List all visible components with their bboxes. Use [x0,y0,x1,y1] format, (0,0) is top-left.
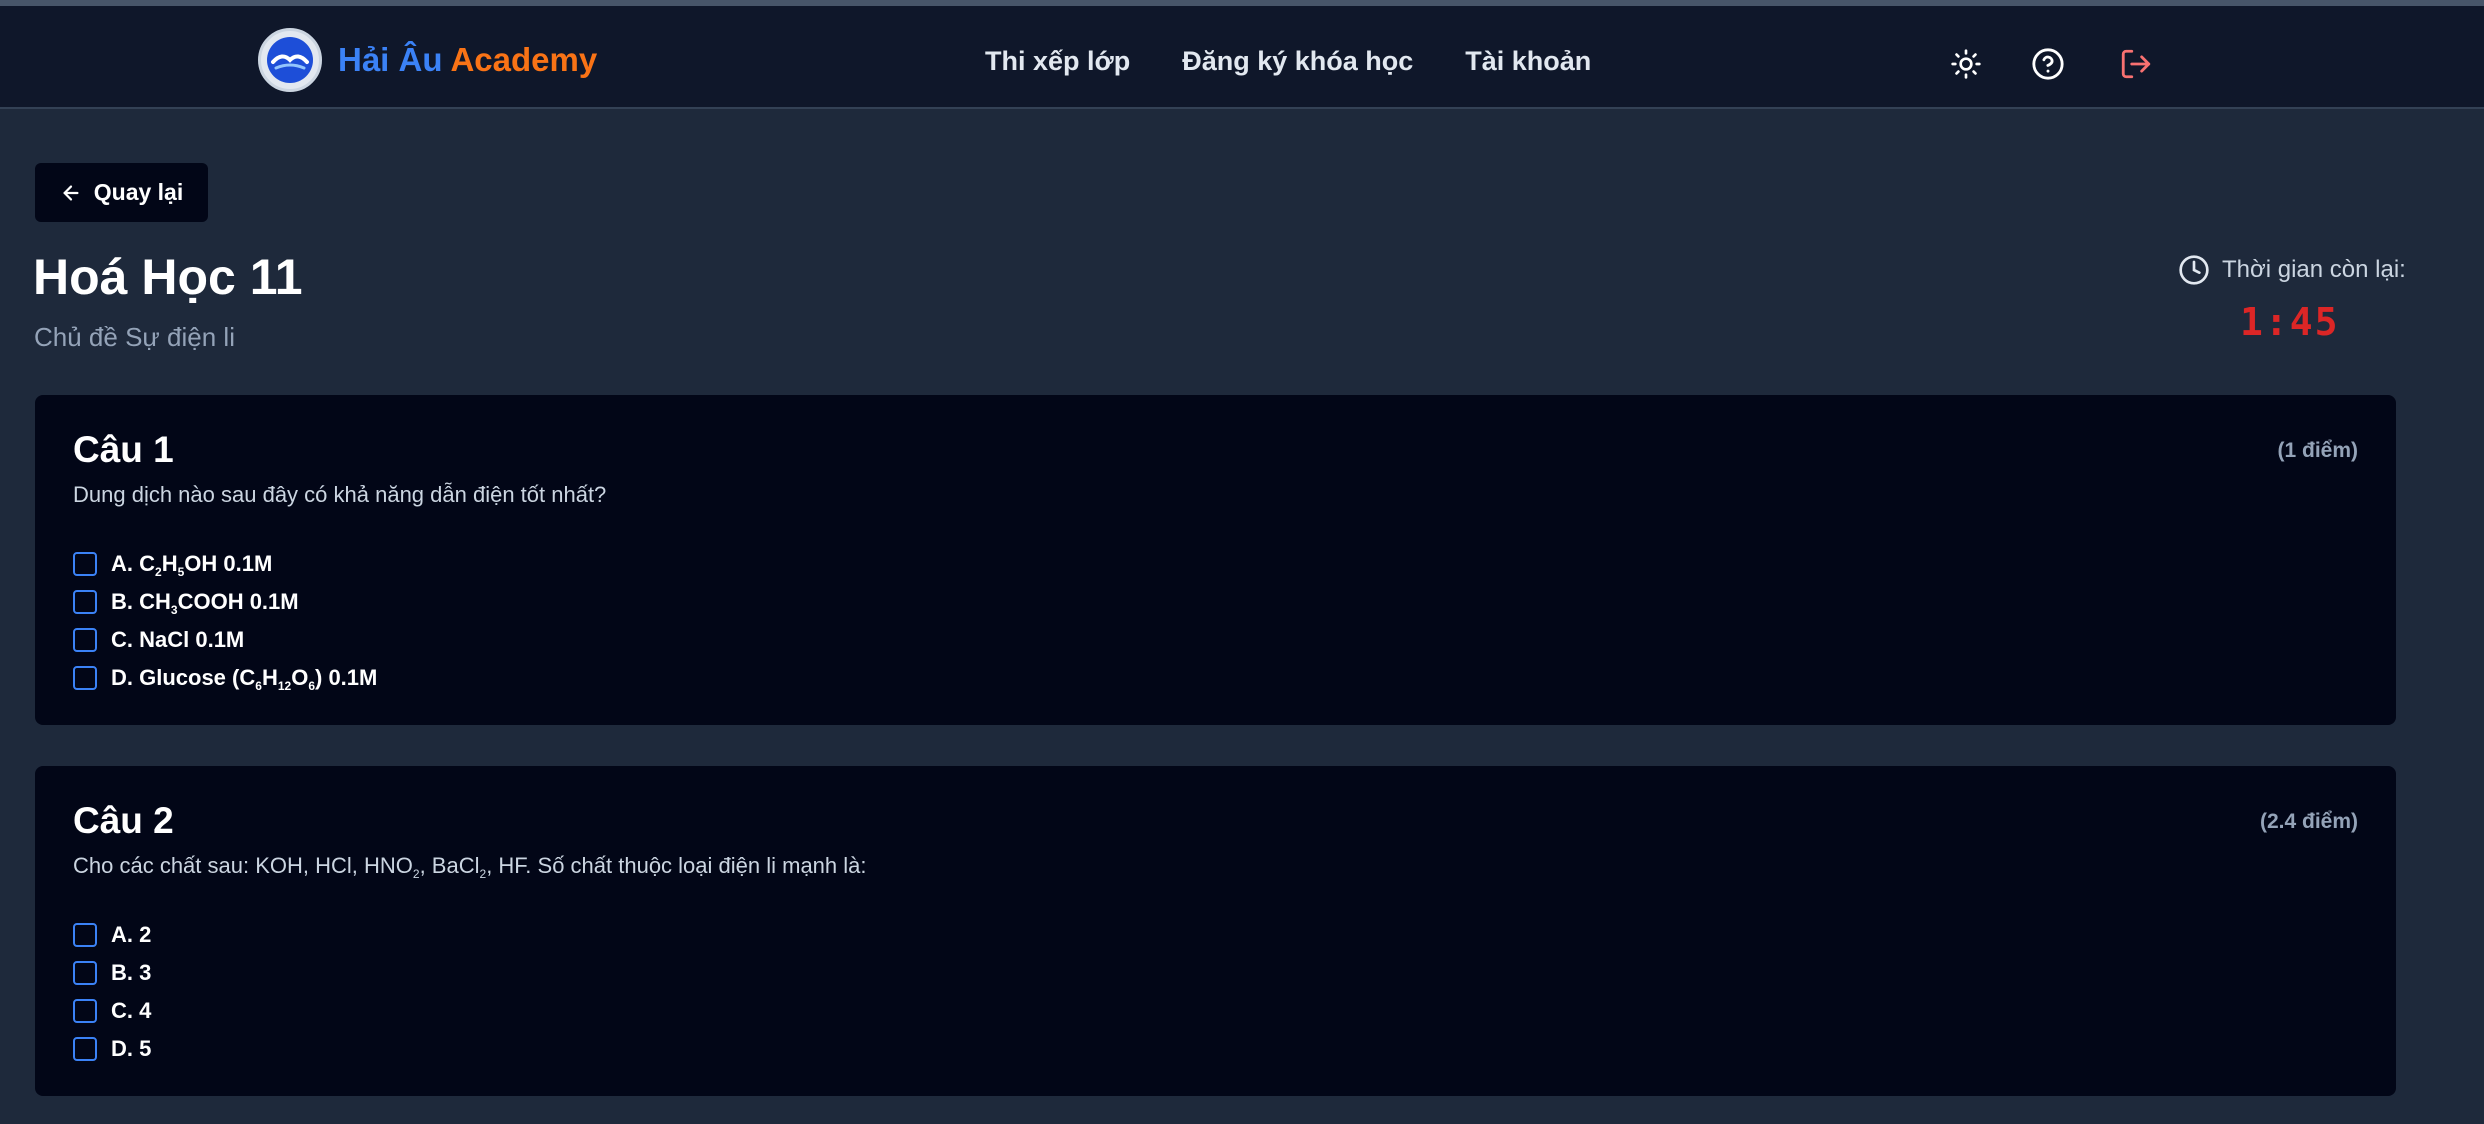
answer-options: A. 2 B. 3 C. 4 D. 5 [73,916,151,1068]
brand-name: Hải Âu Academy [338,41,597,79]
answer-checkbox[interactable] [73,961,97,985]
answer-option-label: A. 2 [111,922,152,947]
answer-option[interactable]: A. 2 [73,916,151,954]
seagull-logo-icon [258,28,322,92]
answer-option-label: C. 4 [111,998,152,1023]
question-card: Câu 1 (1 điểm) Dung dịch nào sau đây có … [35,395,2396,725]
answer-checkbox[interactable] [73,666,97,690]
arrow-left-icon [63,184,79,201]
page-title: Hoá Học 11 [33,249,303,305]
nav-item-account[interactable]: Tài khoản [1465,46,1591,77]
answer-checkbox[interactable] [73,923,97,947]
answer-checkbox[interactable] [73,999,97,1023]
back-button[interactable]: Quay lại [35,163,208,222]
answer-option[interactable]: C. 4 [73,992,151,1030]
help-icon[interactable] [2030,46,2066,82]
brand-name-primary: Hải Âu [338,41,443,78]
back-button-label: Quay lại [93,179,184,205]
question-heading: Câu 2 [73,800,174,841]
logout-icon[interactable] [2118,46,2154,82]
main-nav: Thi xếp lớp Đăng ký khóa học Tài khoản [985,46,1591,77]
nav-item-placement-test[interactable]: Thi xếp lớp [985,46,1130,77]
answer-option[interactable]: B. CH3COOH 0.1M [73,583,377,621]
answer-option-label: A. C2H5OH 0.1M [111,551,273,579]
answer-option-label: B. CH3COOH 0.1M [111,589,299,617]
answer-option[interactable]: D. Glucose (C6H12O6) 0.1M [73,659,377,697]
answer-option-label: D. Glucose (C6H12O6) 0.1M [111,665,378,693]
header-actions [1948,46,2154,82]
brand-name-secondary: Academy [450,41,598,78]
sun-icon[interactable] [1948,46,1984,82]
question-text: Dung dịch nào sau đây có khả năng dẫn đi… [73,482,607,507]
answer-option[interactable]: A. C2H5OH 0.1M [73,545,377,583]
answer-option-label: B. 3 [111,960,152,985]
answer-option-label: D. 5 [111,1036,152,1061]
timer-value: 1:45 [2240,300,2340,344]
answer-checkbox[interactable] [73,628,97,652]
timer-label: Thời gian còn lại: [2178,254,2406,286]
clock-icon [2179,255,2209,285]
timer-label-text: Thời gian còn lại: [2222,256,2406,283]
answer-option-label: C. NaCl 0.1M [111,627,245,652]
answer-option[interactable]: D. 5 [73,1030,151,1068]
answer-checkbox[interactable] [73,590,97,614]
answer-options: A. C2H5OH 0.1M B. CH3COOH 0.1M C. NaCl 0… [73,545,377,697]
answer-checkbox[interactable] [73,552,97,576]
question-text: Cho các chất sau: KOH, HCl, HNO2, BaCl2,… [73,853,867,881]
answer-option[interactable]: C. NaCl 0.1M [73,621,377,659]
brand[interactable]: Hải Âu Academy [258,28,597,92]
question-card: Câu 2 (2.4 điểm) Cho các chất sau: KOH, … [35,766,2396,1096]
question-points: (1 điểm) [2277,439,2358,462]
question-heading: Câu 1 [73,429,174,470]
question-points: (2.4 điểm) [2259,810,2358,833]
page-subtitle: Chủ đề Sự điện li [34,322,235,352]
answer-checkbox[interactable] [73,1037,97,1061]
answer-option[interactable]: B. 3 [73,954,151,992]
nav-item-course-registration[interactable]: Đăng ký khóa học [1182,46,1413,77]
top-navbar: Hải Âu Academy Thi xếp lớp Đăng ký khóa … [0,6,2484,109]
